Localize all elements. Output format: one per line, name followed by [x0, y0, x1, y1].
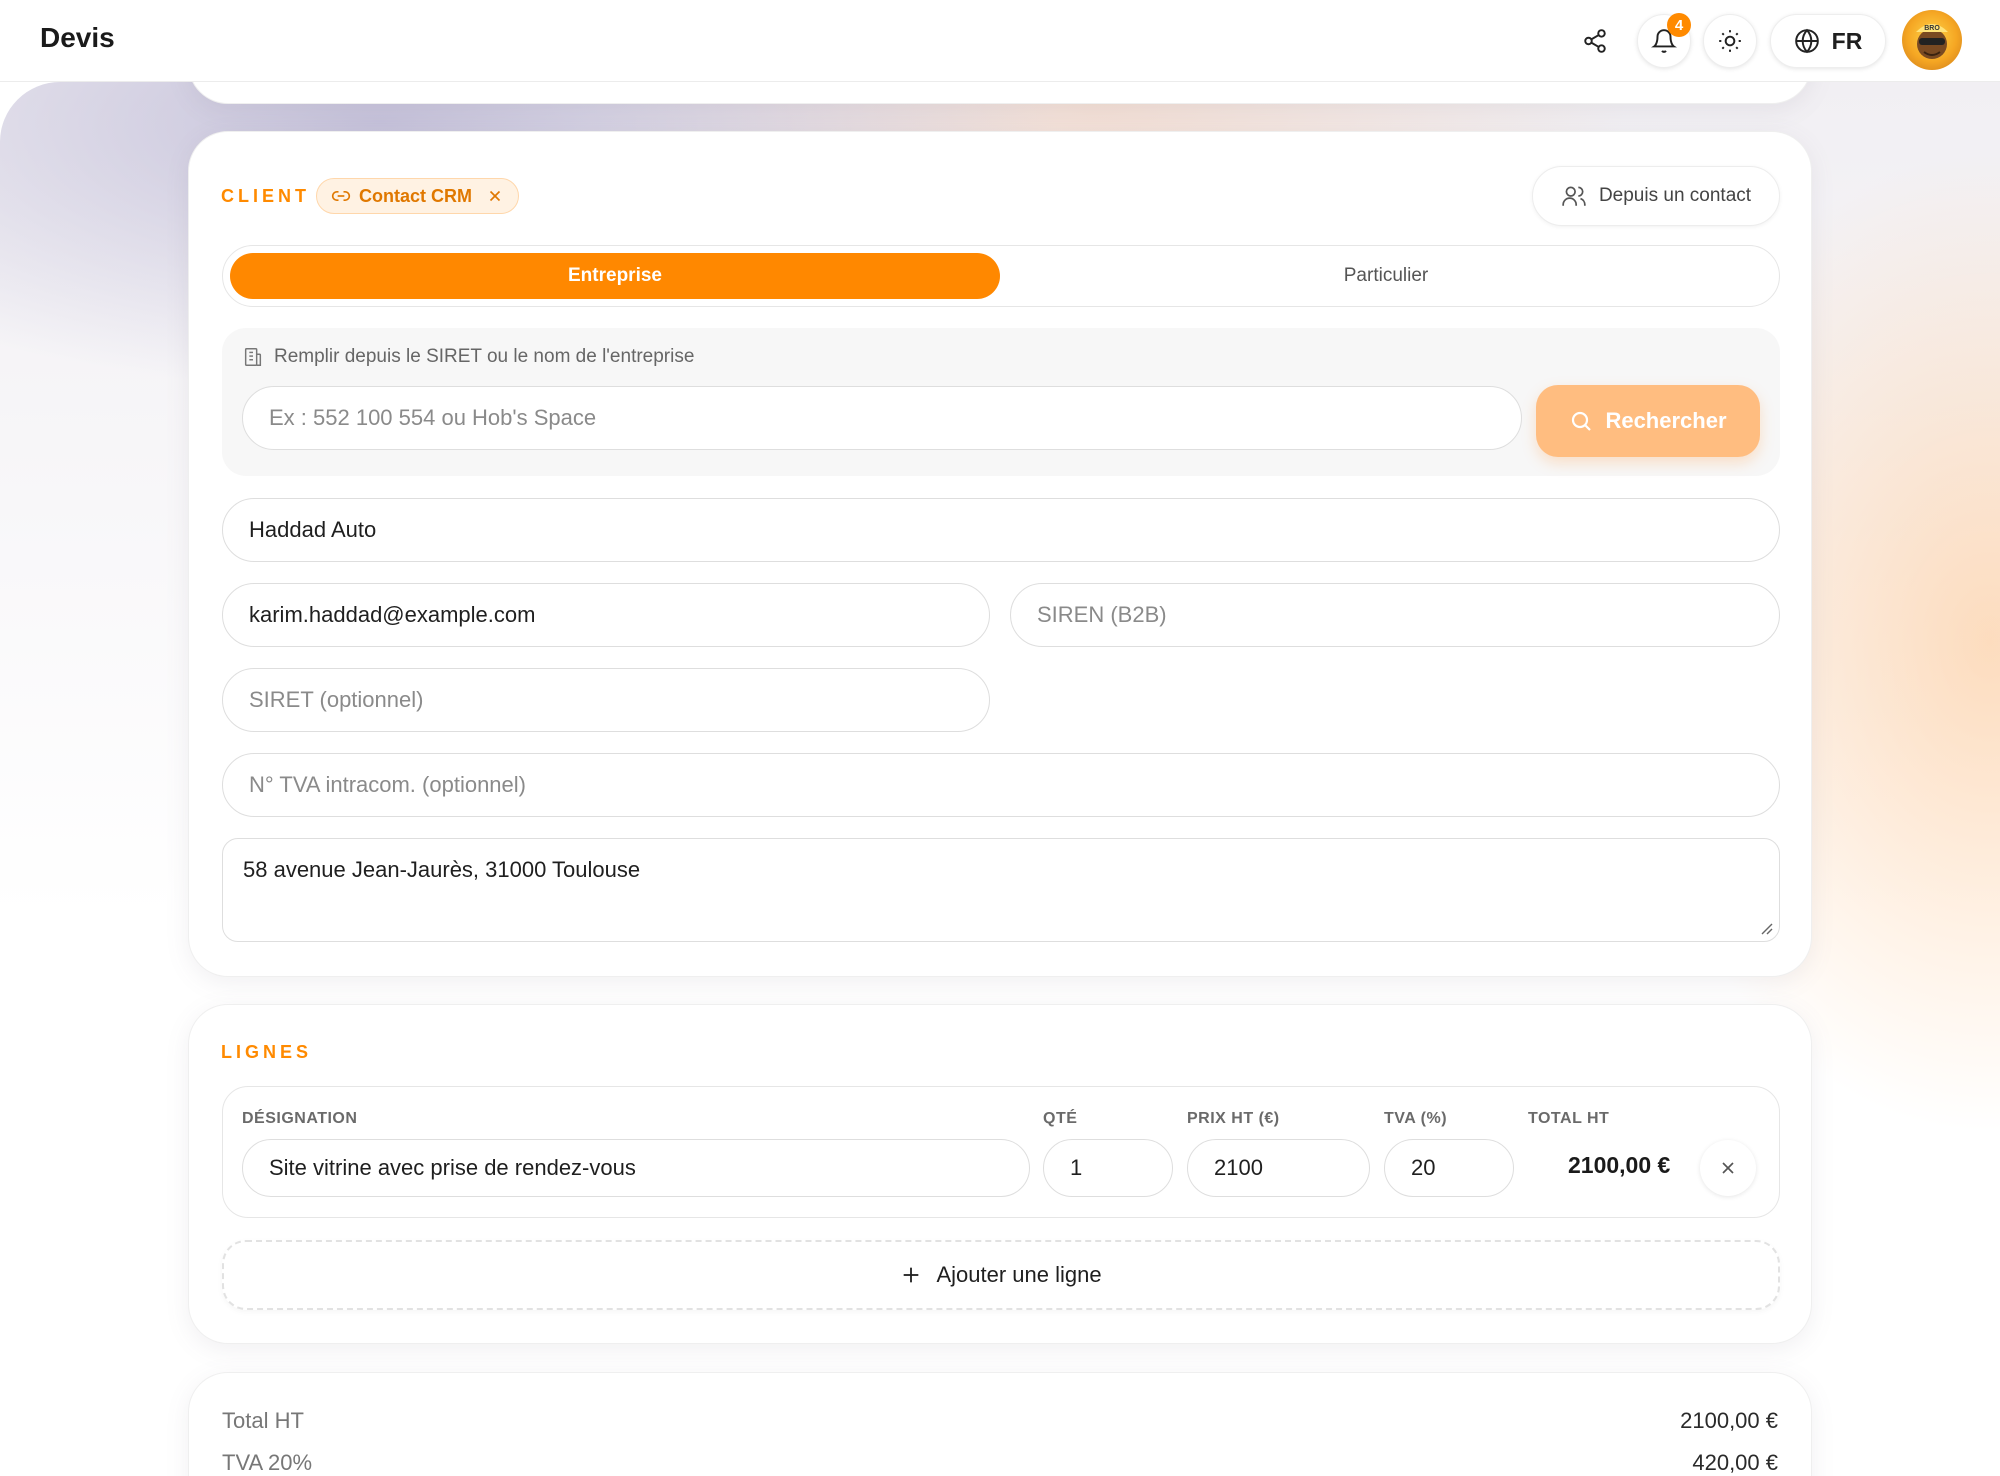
search-button[interactable]: Rechercher: [1536, 385, 1760, 457]
search-button-label: Rechercher: [1605, 408, 1727, 433]
address-field[interactable]: 58 avenue Jean-Jaurès, 31000 Toulouse: [222, 838, 1780, 942]
page-title: Devis: [40, 22, 115, 53]
column-total: TOTAL HT: [1528, 1110, 1610, 1127]
vat-total-label: TVA 20%: [222, 1450, 313, 1475]
vat-total-value: 420,00 €: [1692, 1450, 1778, 1475]
close-icon[interactable]: [486, 187, 504, 205]
notification-badge: 4: [1667, 13, 1691, 37]
resize-handle-icon[interactable]: [1759, 921, 1773, 935]
client-section-label: CLIENT: [221, 186, 310, 206]
avatar[interactable]: BRO: [1902, 10, 1962, 70]
sun-icon: [1719, 30, 1741, 52]
siren-field[interactable]: [1010, 583, 1780, 647]
total-ht-value: 2100,00 €: [1680, 1408, 1778, 1433]
vat-rate-field[interactable]: [1384, 1139, 1514, 1197]
column-price: PRIX HT (€): [1187, 1110, 1280, 1127]
from-contact-label: Depuis un contact: [1598, 185, 1752, 206]
building-icon: [244, 348, 262, 366]
notifications-button[interactable]: 4: [1637, 13, 1691, 68]
users-icon: [1562, 186, 1586, 206]
add-line-label: Ajouter une ligne: [936, 1262, 1102, 1287]
company-name-field[interactable]: [222, 498, 1780, 562]
globe-icon: [1794, 28, 1819, 54]
plus-icon: [904, 1267, 919, 1283]
total-ht-label: Total HT: [222, 1408, 304, 1433]
column-vat: TVA (%): [1384, 1110, 1448, 1127]
totals-card: [188, 1372, 1812, 1476]
siret-hint-text: Remplir depuis le SIRET ou le nom de l'e…: [274, 346, 695, 367]
avatar-image: BRO: [1916, 24, 1948, 59]
line-total: 2100,00 €: [1568, 1152, 1671, 1178]
link-icon: [331, 191, 351, 201]
column-qty: QTÉ: [1043, 1110, 1078, 1127]
price-field[interactable]: [1187, 1139, 1370, 1197]
client-type-toggle: Entreprise Particulier: [222, 245, 1780, 307]
email-field[interactable]: [222, 583, 990, 647]
remove-line-button[interactable]: [1700, 1140, 1756, 1196]
share-button[interactable]: [1568, 14, 1622, 68]
crm-chip-label: Contact CRM: [359, 185, 472, 206]
share-icon: [1584, 29, 1606, 53]
language-label: FR: [1831, 27, 1863, 54]
tab-entreprise[interactable]: Entreprise: [230, 253, 1000, 299]
quantity-field[interactable]: [1043, 1139, 1173, 1197]
designation-field[interactable]: [242, 1139, 1030, 1197]
siret-hint: Remplir depuis le SIRET ou le nom de l'e…: [242, 346, 694, 368]
language-selector[interactable]: FR: [1770, 14, 1886, 68]
vat-number-field[interactable]: [222, 753, 1780, 817]
siret-search-input[interactable]: [242, 386, 1522, 450]
crm-contact-chip[interactable]: Contact CRM: [316, 178, 519, 214]
theme-toggle-button[interactable]: [1703, 14, 1757, 68]
search-icon: [1572, 411, 1592, 431]
address-text: 58 avenue Jean-Jaurès, 31000 Toulouse: [243, 857, 641, 882]
add-line-button[interactable]: Ajouter une ligne: [222, 1240, 1780, 1310]
svg-text:BRO: BRO: [1924, 25, 1940, 32]
close-icon: [1722, 1162, 1734, 1174]
tab-particulier[interactable]: Particulier: [1001, 253, 1771, 299]
column-designation: DÉSIGNATION: [242, 1110, 358, 1127]
from-contact-button[interactable]: Depuis un contact: [1532, 166, 1780, 226]
siret-field[interactable]: [222, 668, 990, 732]
lines-section-label: LIGNES: [221, 1042, 313, 1062]
top-bar: Devis 4 FR BRO: [0, 0, 2000, 82]
